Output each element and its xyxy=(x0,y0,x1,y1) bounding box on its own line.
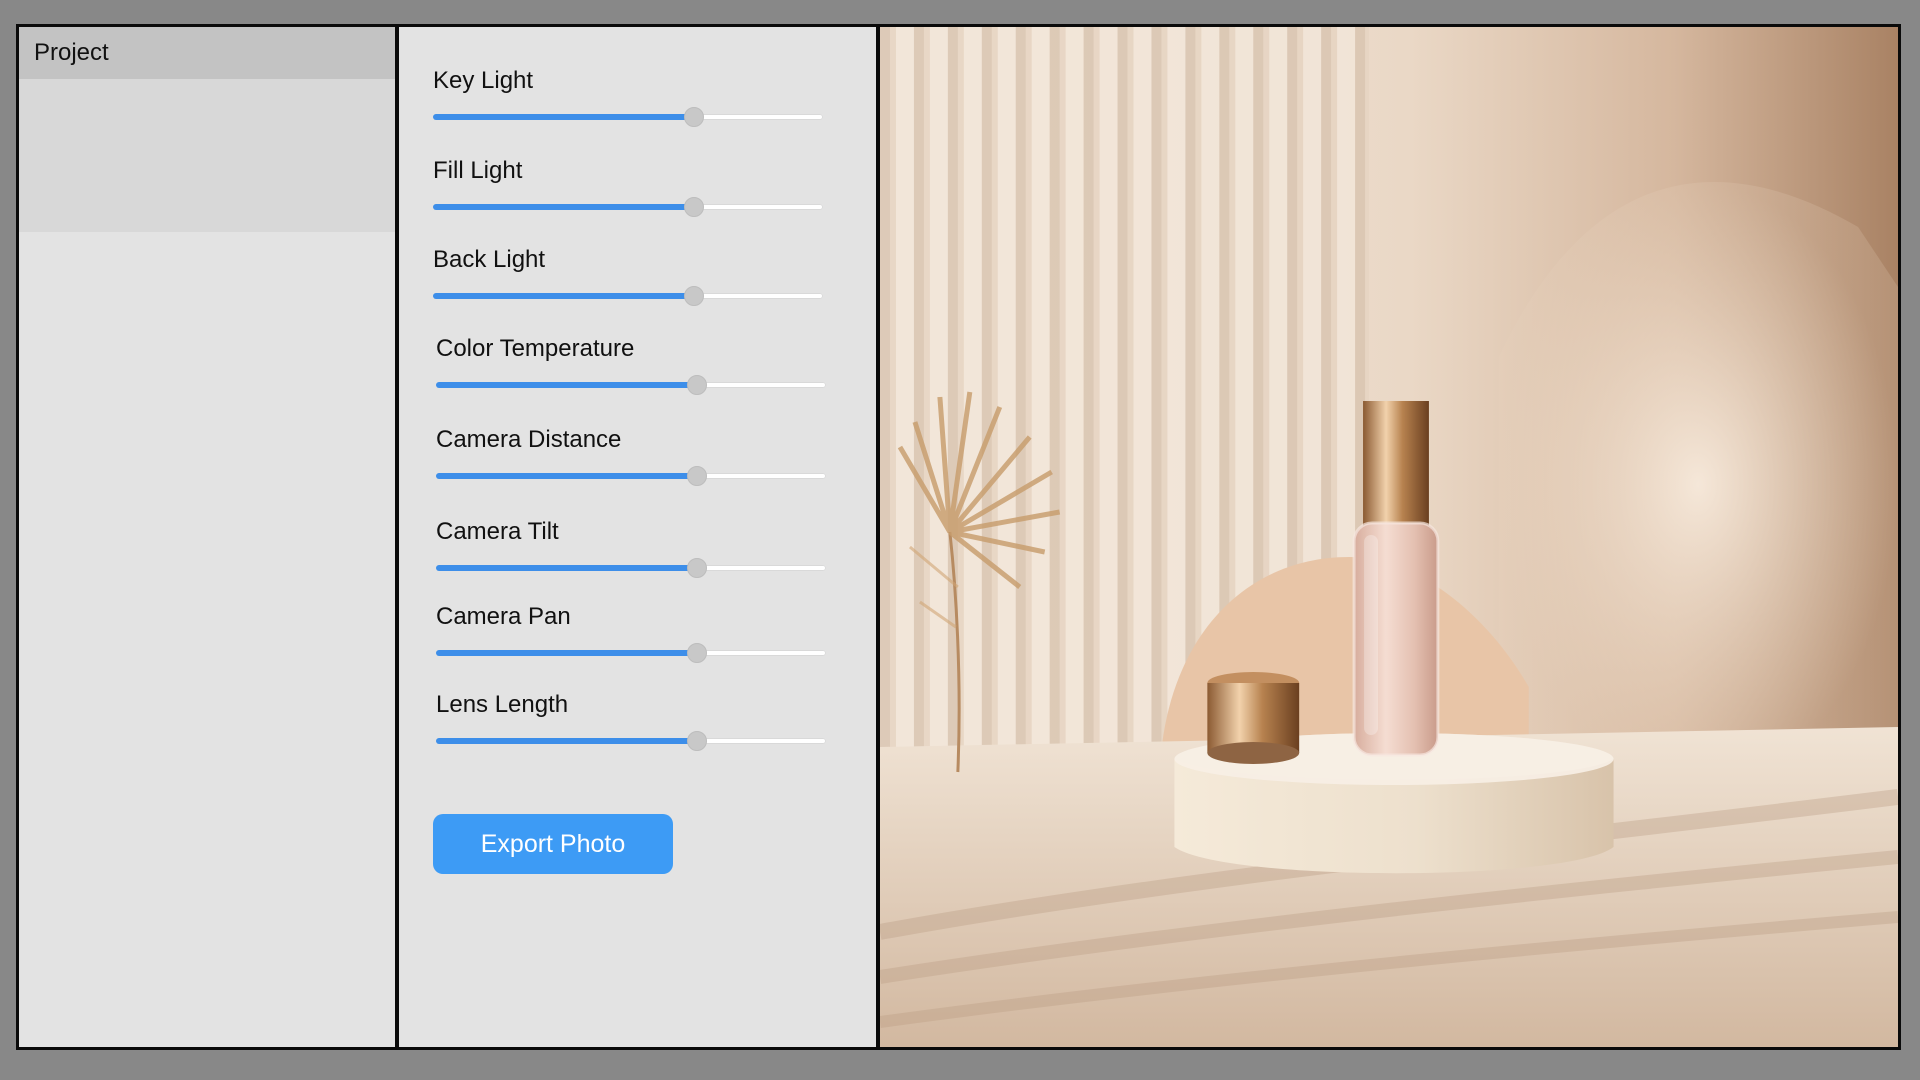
lens-length-slider-fill xyxy=(436,738,698,744)
controls-panel: Key Light Fill Light Back Light Color Te… xyxy=(399,27,880,1047)
app-window: Project Key Light Fill Light Back Light xyxy=(16,24,1901,1050)
camera-distance-slider-thumb[interactable] xyxy=(687,466,708,486)
camera-tilt-label: Camera Tilt xyxy=(436,518,559,545)
jar-cap-object xyxy=(1207,672,1300,764)
lens-length-slider[interactable] xyxy=(436,731,826,751)
camera-distance-slider[interactable] xyxy=(436,466,826,486)
camera-tilt-slider-thumb[interactable] xyxy=(687,558,708,578)
color-temperature-slider[interactable] xyxy=(436,375,826,395)
color-temperature-slider-fill xyxy=(436,382,698,388)
key-light-slider-fill xyxy=(433,114,695,120)
color-temperature-label: Color Temperature xyxy=(436,335,635,362)
export-photo-button[interactable]: Export Photo xyxy=(433,814,673,874)
camera-pan-label: Camera Pan xyxy=(436,603,571,630)
camera-distance-label: Camera Distance xyxy=(436,426,622,453)
back-light-label: Back Light xyxy=(433,246,546,273)
fill-light-slider[interactable] xyxy=(433,197,823,217)
lens-length-slider-thumb[interactable] xyxy=(687,731,708,751)
back-light-slider-thumb[interactable] xyxy=(684,286,705,306)
project-header[interactable]: Project xyxy=(19,27,395,79)
fill-light-slider-fill xyxy=(433,204,695,210)
fill-light-label: Fill Light xyxy=(433,157,523,184)
camera-pan-slider-fill xyxy=(436,650,698,656)
project-panel: Project xyxy=(19,27,399,1047)
camera-pan-slider-thumb[interactable] xyxy=(687,643,708,663)
camera-tilt-slider-fill xyxy=(436,565,698,571)
project-selected-area[interactable] xyxy=(19,79,395,232)
fill-light-slider-thumb[interactable] xyxy=(684,197,705,217)
photo-preview xyxy=(880,27,1898,1047)
camera-pan-slider[interactable] xyxy=(436,643,826,663)
key-light-label: Key Light xyxy=(433,67,534,94)
camera-tilt-slider[interactable] xyxy=(436,558,826,578)
back-light-slider[interactable] xyxy=(433,286,823,306)
key-light-slider[interactable] xyxy=(433,107,823,127)
camera-distance-slider-fill xyxy=(436,473,698,479)
foundation-bottle-object xyxy=(1352,401,1440,757)
product-photo-preview xyxy=(880,27,1898,1047)
key-light-slider-thumb[interactable] xyxy=(684,107,705,127)
back-light-slider-fill xyxy=(433,293,695,299)
lens-length-label: Lens Length xyxy=(436,691,569,718)
color-temperature-slider-thumb[interactable] xyxy=(687,375,708,395)
